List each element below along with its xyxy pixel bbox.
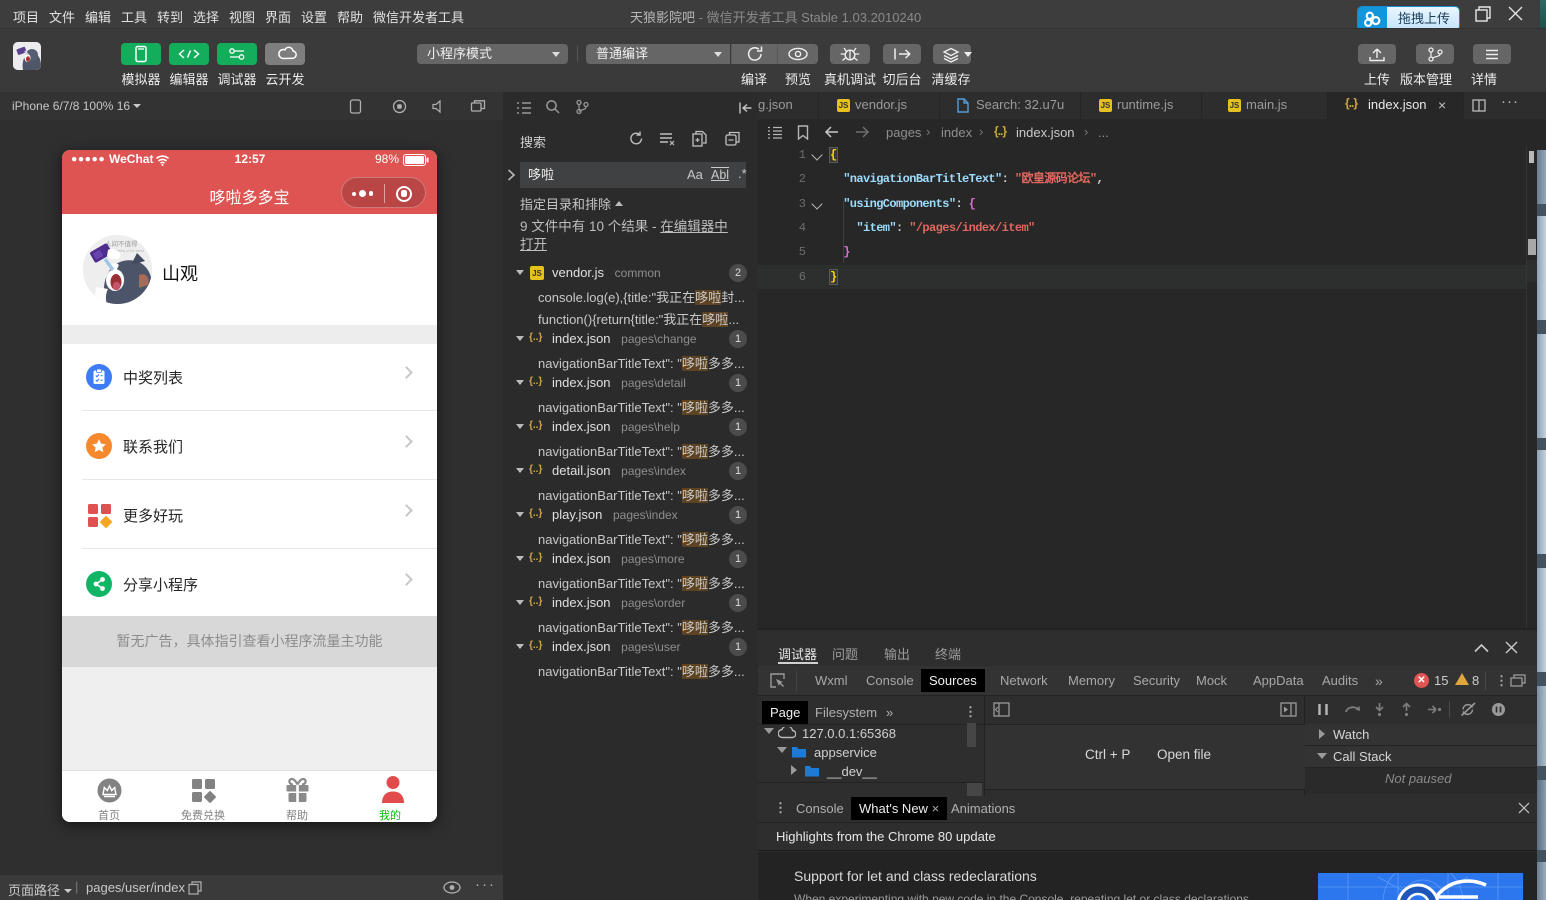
svg-text:人间不值得: 人间不值得	[105, 239, 138, 248]
